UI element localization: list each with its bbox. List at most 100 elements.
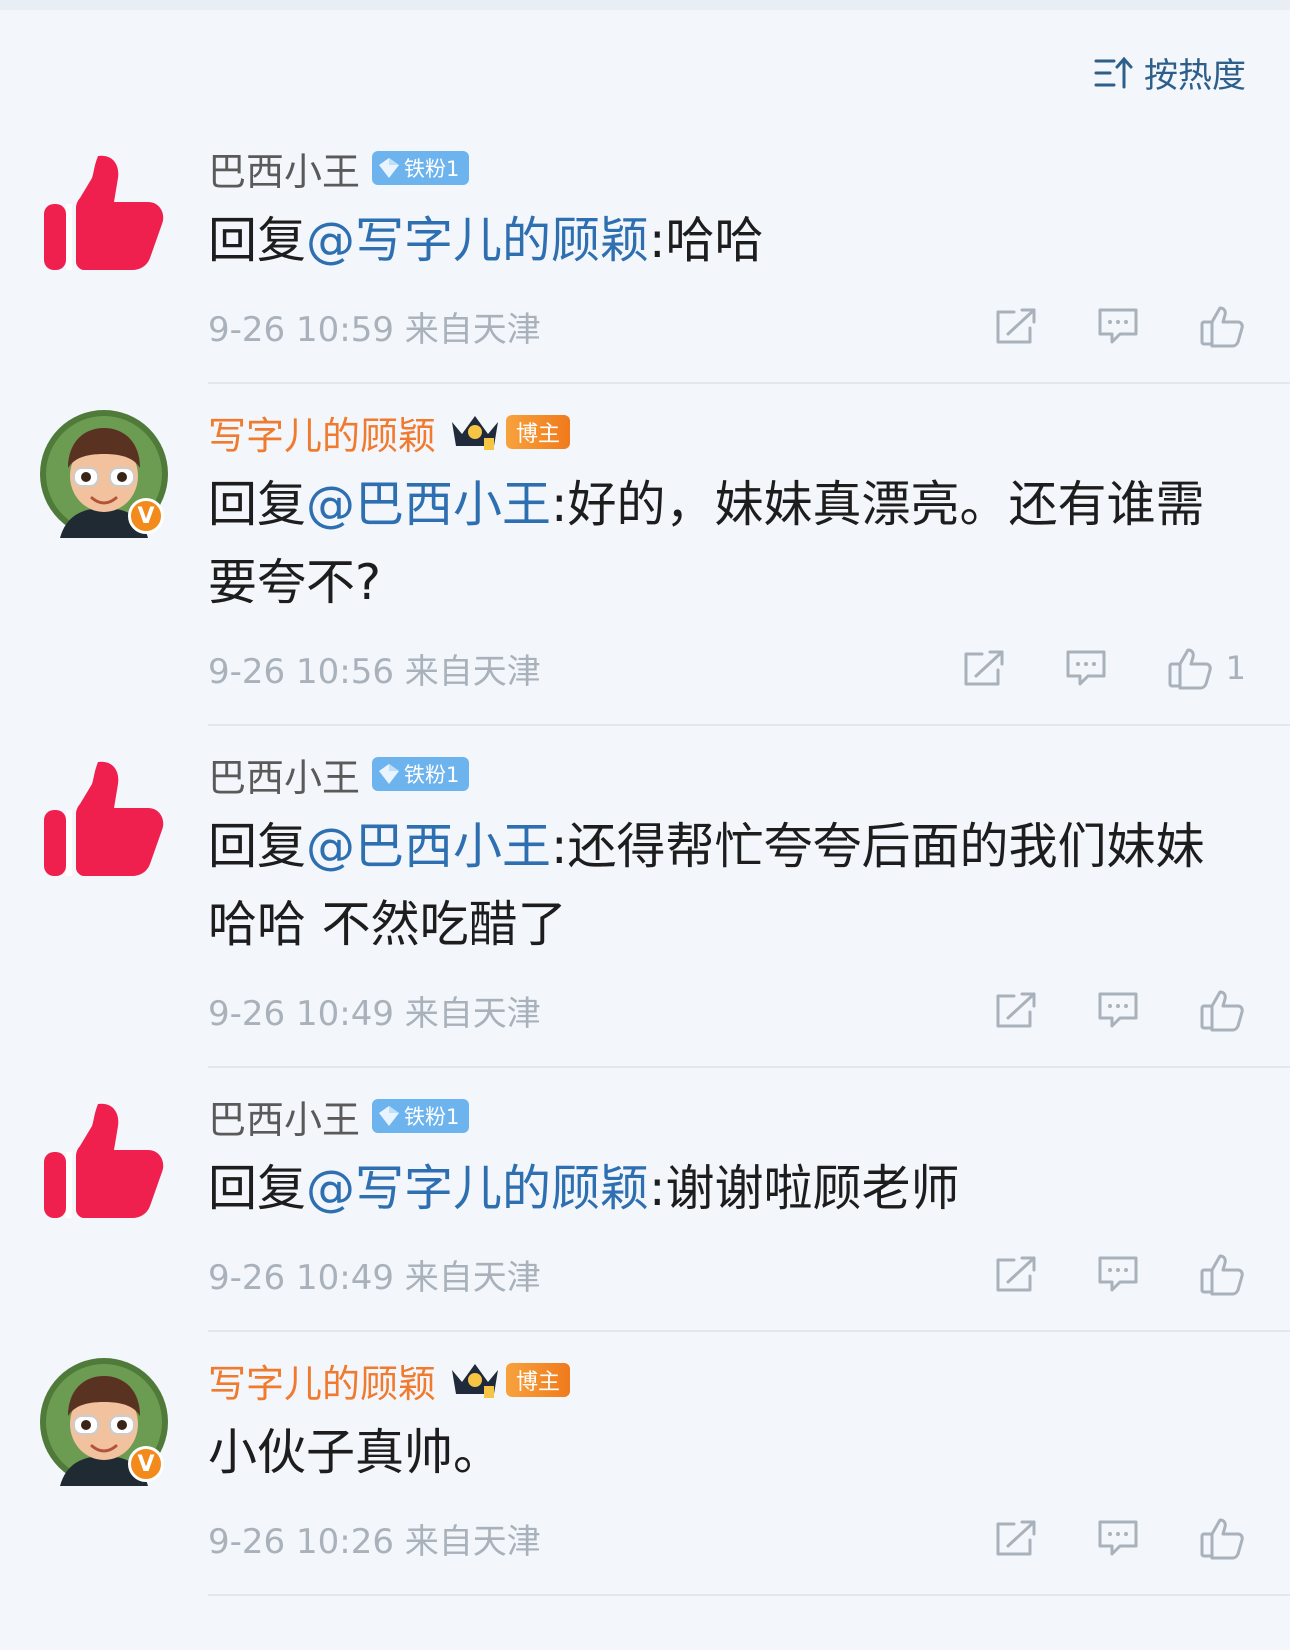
thumbs-up-avatar-icon <box>44 1103 164 1218</box>
comment-item: 巴西小王 铁粉1 回复@写字儿的顾颖:哈哈 9-26 10:59 来自天津 <box>0 140 1290 384</box>
reply-button[interactable] <box>1096 1518 1140 1558</box>
comment-item: V 写字儿的顾颖 博主 小伙子真帅。 9-26 10:26 来自天津 <box>0 1352 1290 1596</box>
meta-row: 9-26 10:26 来自天津 <box>208 1498 1246 1578</box>
name-row: 写字儿的顾颖 博主 <box>208 1352 1246 1408</box>
comment-item: V 写字儿的顾颖 博主 回复@巴西小王:好的，妹妹真漂亮。还有谁需要夸不? 9-26 1… <box>0 404 1290 726</box>
reply-button[interactable] <box>1096 1254 1140 1294</box>
avatar[interactable]: V <box>40 1358 168 1486</box>
fan-badge[interactable]: 铁粉1 <box>372 151 470 185</box>
divider <box>208 1066 1290 1068</box>
mention-link[interactable]: @巴西小王 <box>306 818 551 875</box>
like-button[interactable] <box>1198 304 1246 348</box>
timestamp: 9-26 10:26 <box>208 1521 394 1562</box>
timestamp: 9-26 10:49 <box>208 1257 394 1298</box>
meta-row: 9-26 10:59 来自天津 <box>208 286 1246 366</box>
diamond-icon <box>379 1106 400 1126</box>
action-bar <box>994 1252 1246 1296</box>
blogger-badge: 博主 <box>448 1360 571 1400</box>
crown-icon <box>452 416 499 450</box>
comment-content: :哈哈 <box>649 212 764 269</box>
share-icon <box>996 1256 1036 1292</box>
mention-link[interactable]: @巴西小王 <box>306 476 551 533</box>
blogger-tag: 博主 <box>506 415 571 449</box>
avatar[interactable] <box>40 146 168 274</box>
comment-item: 巴西小王 铁粉1 回复@写字儿的顾颖:谢谢啦顾老师 9-26 10:49 来自天津 <box>0 1088 1290 1332</box>
like-button[interactable] <box>1198 1516 1246 1560</box>
comment-list: 巴西小王 铁粉1 回复@写字儿的顾颖:哈哈 9-26 10:59 来自天津 V 写字儿的… <box>0 140 1290 1616</box>
action-bar <box>994 1516 1246 1560</box>
top-strip <box>0 0 1290 10</box>
action-bar <box>994 304 1246 348</box>
comment-icon <box>1066 650 1106 686</box>
sort-label: 按热度 <box>1144 56 1246 96</box>
reply-button[interactable] <box>1064 648 1108 688</box>
share-icon <box>996 1520 1036 1556</box>
like-count: 1 <box>1225 649 1246 687</box>
share-button[interactable] <box>994 990 1038 1030</box>
share-button[interactable] <box>962 648 1006 688</box>
share-button[interactable] <box>994 306 1038 346</box>
diamond-icon <box>379 764 400 784</box>
reply-prefix: 回复 <box>208 818 307 875</box>
timestamp: 9-26 10:56 <box>208 651 394 692</box>
timestamp: 9-26 10:59 <box>208 309 394 350</box>
comment-body: 巴西小王 铁粉1 回复@巴西小王:还得帮忙夸夸后面的我们妹妹 哈哈 不然吃醋了 9-2… <box>208 746 1246 1050</box>
author-name[interactable]: 巴西小王 <box>208 141 360 196</box>
avatar[interactable] <box>40 1094 168 1222</box>
mention-link[interactable]: @写字儿的顾颖 <box>306 1160 649 1217</box>
author-name[interactable]: 写字儿的顾颖 <box>208 1353 436 1408</box>
location: 来自天津 <box>404 1257 541 1298</box>
reply-prefix: 回复 <box>208 212 307 269</box>
fan-badge-label: 铁粉1 <box>404 157 460 181</box>
comment-body: 写字儿的顾颖 博主 回复@巴西小王:好的，妹妹真漂亮。还有谁需要夸不? 9-26 10… <box>208 404 1246 708</box>
verified-icon: V <box>128 498 164 534</box>
meta-row: 9-26 10:49 来自天津 <box>208 970 1246 1050</box>
like-button[interactable] <box>1198 988 1246 1032</box>
thumbs-up-avatar-icon <box>44 761 164 876</box>
share-icon <box>996 992 1036 1028</box>
author-name[interactable]: 巴西小王 <box>208 1089 360 1144</box>
comment-content: 小伙子真帅。 <box>208 1424 503 1481</box>
comment-content: :谢谢啦顾老师 <box>649 1160 960 1217</box>
mention-link[interactable]: @写字儿的顾颖 <box>306 212 649 269</box>
divider <box>208 724 1290 726</box>
name-row: 巴西小王 铁粉1 <box>208 140 1246 196</box>
blogger-badge: 博主 <box>448 412 571 452</box>
meta-row: 9-26 10:56 来自天津 1 <box>208 628 1246 708</box>
sort-by-hot-button[interactable]: 按热度 <box>1094 48 1246 97</box>
diamond-icon <box>379 158 400 178</box>
comment-body: 写字儿的顾颖 博主 小伙子真帅。 9-26 10:26 来自天津 <box>208 1352 1246 1578</box>
fan-badge-label: 铁粉1 <box>404 1105 460 1129</box>
author-name[interactable]: 写字儿的顾颖 <box>208 405 436 460</box>
blogger-tag: 博主 <box>506 1363 571 1397</box>
share-button[interactable] <box>994 1254 1038 1294</box>
fan-badge-label: 铁粉1 <box>404 763 460 787</box>
name-row: 巴西小王 铁粉1 <box>208 1088 1246 1144</box>
reply-button[interactable] <box>1096 306 1140 346</box>
share-button[interactable] <box>994 1518 1038 1558</box>
reply-button[interactable] <box>1096 990 1140 1030</box>
avatar[interactable] <box>40 752 168 880</box>
action-bar: 1 <box>962 646 1246 690</box>
location: 来自天津 <box>404 309 541 350</box>
comment-text: 小伙子真帅。 <box>208 1414 1246 1492</box>
fan-badge[interactable]: 铁粉1 <box>372 1099 470 1133</box>
like-button[interactable] <box>1198 1252 1246 1296</box>
avatar[interactable]: V <box>40 410 168 538</box>
comment-icon <box>1098 1520 1138 1556</box>
thumbs-up-avatar-icon <box>44 155 164 270</box>
comment-icon <box>1098 992 1138 1028</box>
comment-text: 回复@巴西小王:还得帮忙夸夸后面的我们妹妹 哈哈 不然吃醋了 <box>208 808 1246 964</box>
author-name[interactable]: 巴西小王 <box>208 747 360 802</box>
timestamp: 9-26 10:49 <box>208 993 394 1034</box>
name-row: 写字儿的顾颖 博主 <box>208 404 1246 460</box>
thumbs-up-icon <box>1200 1254 1244 1296</box>
comment-text: 回复@巴西小王:好的，妹妹真漂亮。还有谁需要夸不? <box>208 466 1246 622</box>
comment-icon <box>1098 308 1138 344</box>
like-button[interactable]: 1 <box>1166 646 1246 690</box>
comment-body: 巴西小王 铁粉1 回复@写字儿的顾颖:谢谢啦顾老师 9-26 10:49 来自天津 <box>208 1088 1246 1314</box>
crown-icon <box>452 1364 499 1398</box>
fan-badge[interactable]: 铁粉1 <box>372 757 470 791</box>
comment-text: 回复@写字儿的顾颖:谢谢啦顾老师 <box>208 1150 1246 1228</box>
thumbs-up-icon <box>1168 648 1212 690</box>
